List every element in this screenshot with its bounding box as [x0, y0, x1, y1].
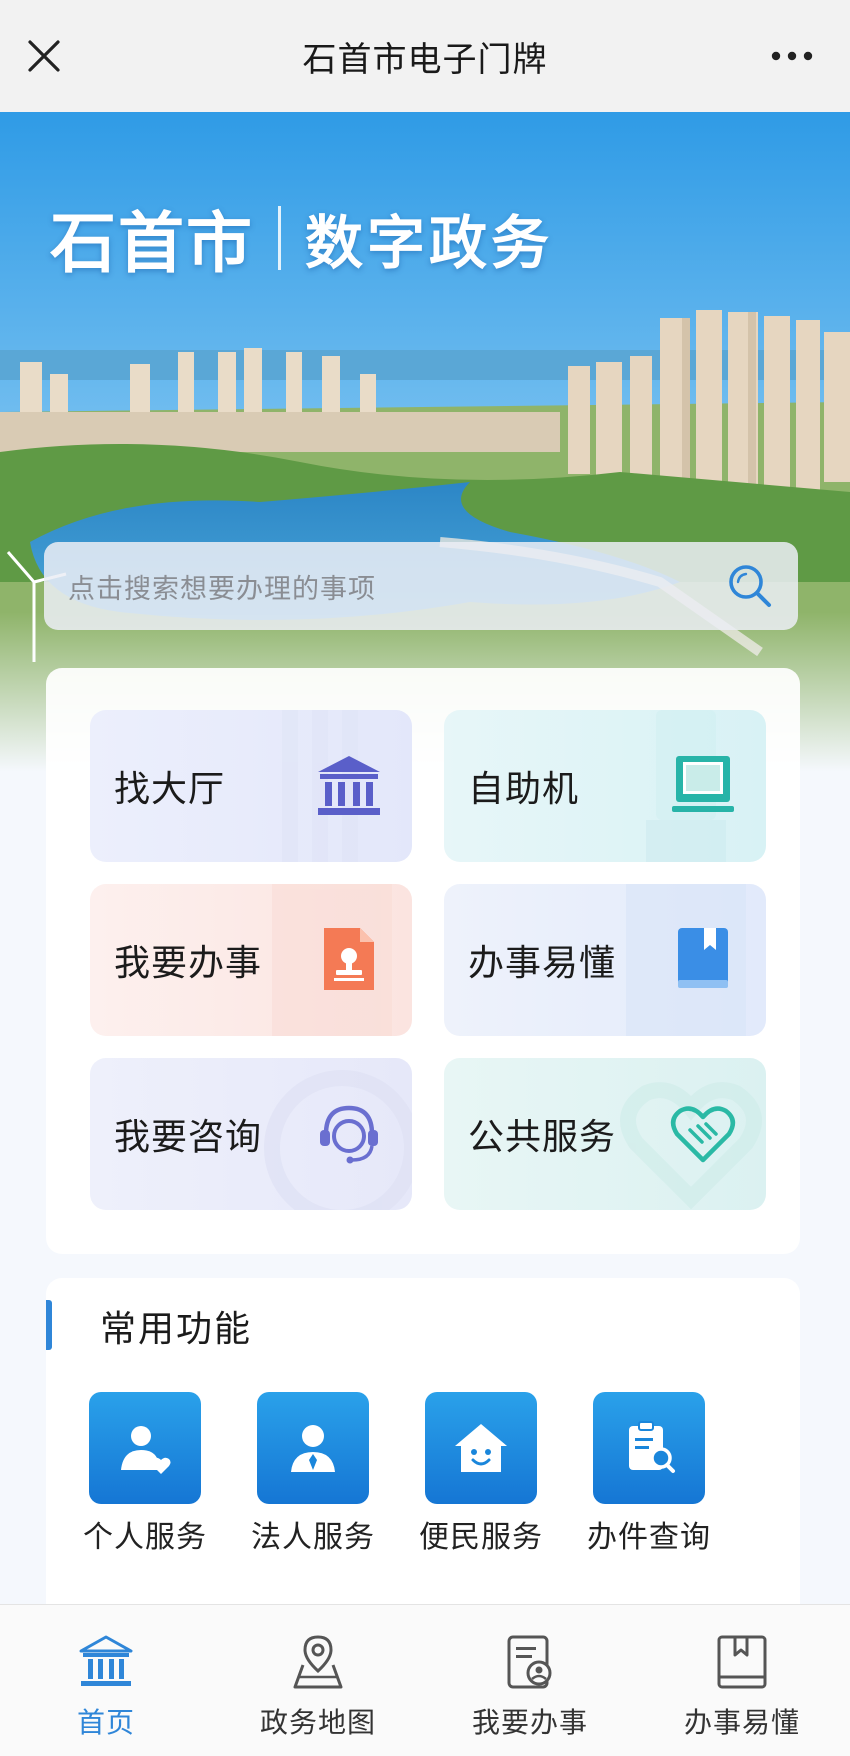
top-bar: 石首市电子门牌	[0, 0, 850, 112]
tile-self-service[interactable]: 自助机	[444, 710, 766, 862]
func-case-query[interactable]: 办件查询	[574, 1392, 724, 1556]
heart-handshake-icon	[670, 1106, 736, 1163]
legal-person-service-icon	[257, 1392, 369, 1504]
tile-guide[interactable]: 办事易懂	[444, 884, 766, 1036]
tile-label: 找大厅	[114, 769, 226, 810]
nav-item-guide[interactable]: 办事易懂	[652, 1633, 832, 1741]
hero-title: 石首市 数字政务	[50, 190, 553, 286]
nav-label: 首页	[76, 1706, 135, 1739]
guide-book-icon	[717, 1635, 767, 1689]
nav-label: 我要办事	[471, 1706, 588, 1739]
case-query-icon	[593, 1392, 705, 1504]
tile-apply[interactable]: 我要办事	[90, 884, 412, 1036]
common-functions: 常用功能 个人服务 法人服务 便民服务 办件查询	[46, 1278, 800, 1618]
tile-label: 我要咨询	[114, 1117, 263, 1158]
func-legal-person-service[interactable]: 法人服务	[238, 1392, 388, 1556]
community-service-icon	[425, 1392, 537, 1504]
book-icon	[678, 928, 728, 988]
hero-city-name: 石首市	[50, 204, 254, 282]
search-placeholder: 点击搜索想要办理的事项	[68, 573, 376, 605]
func-personal-service[interactable]: 个人服务	[70, 1392, 220, 1556]
tile-label: 我要办事	[114, 943, 263, 984]
search-input[interactable]: 点击搜索想要办理的事项	[44, 542, 798, 630]
self-service-terminal-icon	[672, 756, 734, 812]
search-icon[interactable]	[724, 560, 776, 612]
more-icon[interactable]	[770, 50, 814, 62]
func-label: 办件查询	[587, 1520, 711, 1555]
personal-service-icon	[89, 1392, 201, 1504]
tile-label: 办事易懂	[468, 943, 617, 984]
apply-document-icon	[507, 1635, 552, 1689]
page-title: 石首市电子门牌	[302, 39, 548, 80]
tile-consult[interactable]: 我要咨询	[90, 1058, 412, 1210]
func-label: 便民服务	[419, 1520, 543, 1555]
close-icon[interactable]	[26, 38, 62, 74]
nav-item-apply[interactable]: 我要办事	[440, 1633, 620, 1741]
func-label: 个人服务	[83, 1520, 207, 1555]
service-grid: 找大厅 自助机 我要办事 办事易懂 我要咨询 公共服务	[46, 668, 800, 1254]
home-building-icon	[79, 1635, 133, 1686]
func-label: 法人服务	[251, 1520, 375, 1555]
tile-find-hall[interactable]: 找大厅	[90, 710, 412, 862]
tile-public-service[interactable]: 公共服务	[444, 1058, 766, 1210]
nav-label: 政务地图	[259, 1706, 376, 1739]
tile-label: 自助机	[468, 769, 580, 810]
tile-label: 公共服务	[468, 1117, 617, 1158]
func-community-service[interactable]: 便民服务	[406, 1392, 556, 1556]
nav-item-home[interactable]: 首页	[16, 1633, 196, 1741]
section-accent-bar	[46, 1300, 52, 1350]
section-title: 常用功能	[100, 1309, 253, 1350]
bottom-nav: 首页 政务地图 我要办事 办事易懂	[0, 1604, 850, 1756]
government-building-icon	[318, 756, 380, 815]
nav-item-map[interactable]: 政务地图	[228, 1633, 408, 1741]
document-stamp-icon	[324, 928, 374, 990]
hero-divider	[278, 206, 281, 270]
map-pin-icon	[293, 1635, 343, 1689]
hero-subtitle: 数字政务	[305, 209, 554, 277]
headset-support-icon	[320, 1105, 378, 1164]
nav-label: 办事易懂	[683, 1706, 800, 1739]
